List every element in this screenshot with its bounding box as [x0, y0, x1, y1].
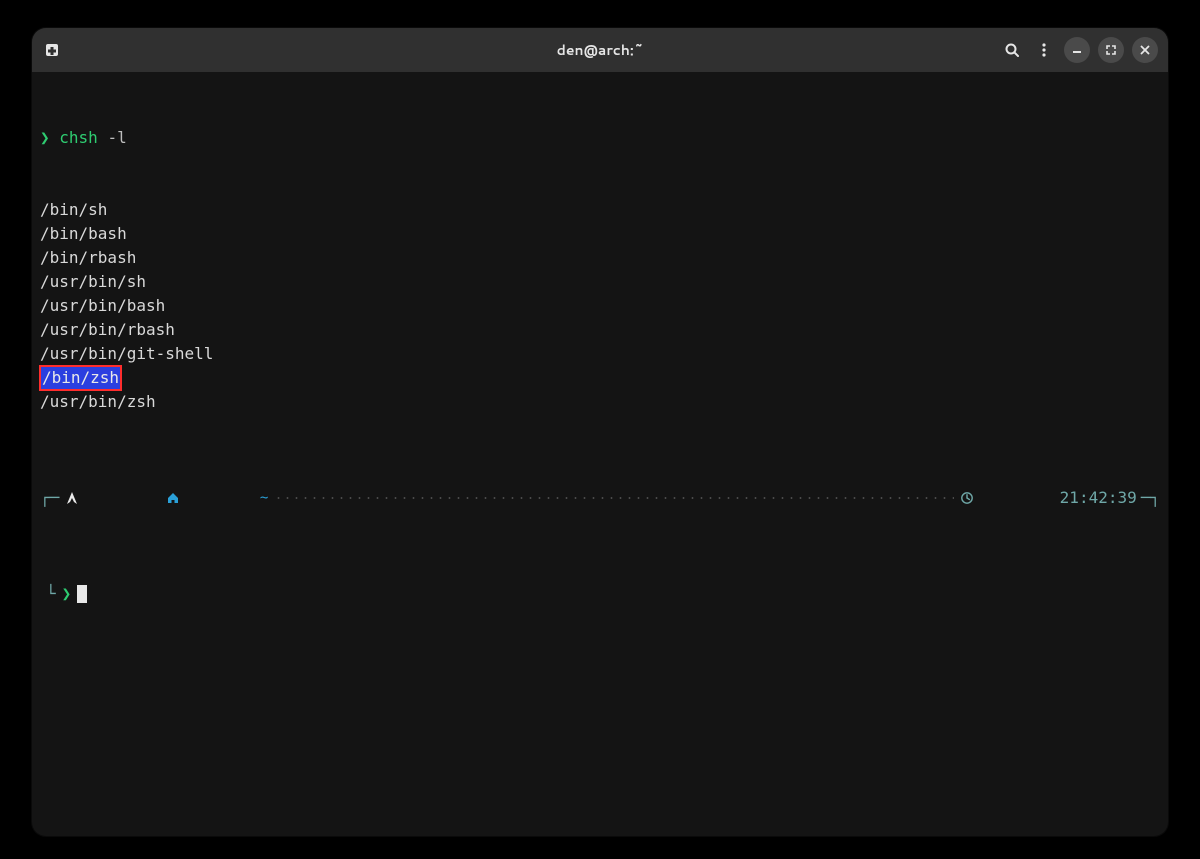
command-output: /bin/sh/bin/bash/bin/rbash/usr/bin/sh/us…	[40, 198, 1160, 414]
highlighted-output-line: /bin/zsh	[40, 366, 121, 390]
new-tab-button[interactable]	[42, 39, 64, 61]
arch-logo-icon	[65, 459, 161, 537]
output-line: /usr/bin/sh	[40, 270, 1160, 294]
terminal-body[interactable]: ❯ chsh -l /bin/sh/bin/bash/bin/rbash/usr…	[32, 72, 1168, 662]
cursor	[77, 585, 87, 603]
prompt-row: └ ❯	[40, 582, 1160, 606]
output-line: /bin/sh	[40, 198, 1160, 222]
status-clock: 21:42:39	[960, 443, 1140, 553]
output-line: /usr/bin/git-shell	[40, 342, 1160, 366]
terminal-window: den@arch:~	[32, 28, 1168, 836]
clock-time: 21:42:39	[1060, 486, 1137, 510]
status-separator-dots	[274, 497, 954, 499]
status-left: ~	[59, 459, 268, 537]
command-line: ❯ chsh -l	[40, 126, 1160, 150]
titlebar: den@arch:~	[32, 28, 1168, 72]
status-bracket-left: ┌─	[40, 486, 59, 510]
home-icon	[166, 461, 256, 535]
menu-button[interactable]	[1032, 38, 1056, 62]
command-args: -l	[107, 128, 126, 147]
prompt-bracket: └	[46, 582, 56, 606]
output-line: /bin/rbash	[40, 246, 1160, 270]
search-button[interactable]	[1000, 38, 1024, 62]
window-title: den@arch:~	[242, 40, 958, 60]
command-name: chsh	[59, 128, 98, 147]
path-indicator: ~	[260, 486, 268, 510]
minimize-button[interactable]	[1064, 37, 1090, 63]
output-line: /usr/bin/zsh	[40, 390, 1160, 414]
prompt-symbol: ❯	[40, 128, 50, 147]
titlebar-right	[958, 37, 1158, 63]
output-line: /bin/bash	[40, 222, 1160, 246]
status-row: ┌─ ~ 21:42:39	[40, 486, 1160, 510]
clock-icon	[960, 443, 1056, 553]
maximize-button[interactable]	[1098, 37, 1124, 63]
close-button[interactable]	[1132, 37, 1158, 63]
output-line: /bin/zsh	[40, 366, 1160, 390]
next-prompt-symbol: ❯	[62, 582, 72, 606]
output-line: /usr/bin/bash	[40, 294, 1160, 318]
output-line: /usr/bin/rbash	[40, 318, 1160, 342]
status-bracket-right: ─┐	[1141, 486, 1160, 510]
titlebar-left	[42, 39, 242, 61]
